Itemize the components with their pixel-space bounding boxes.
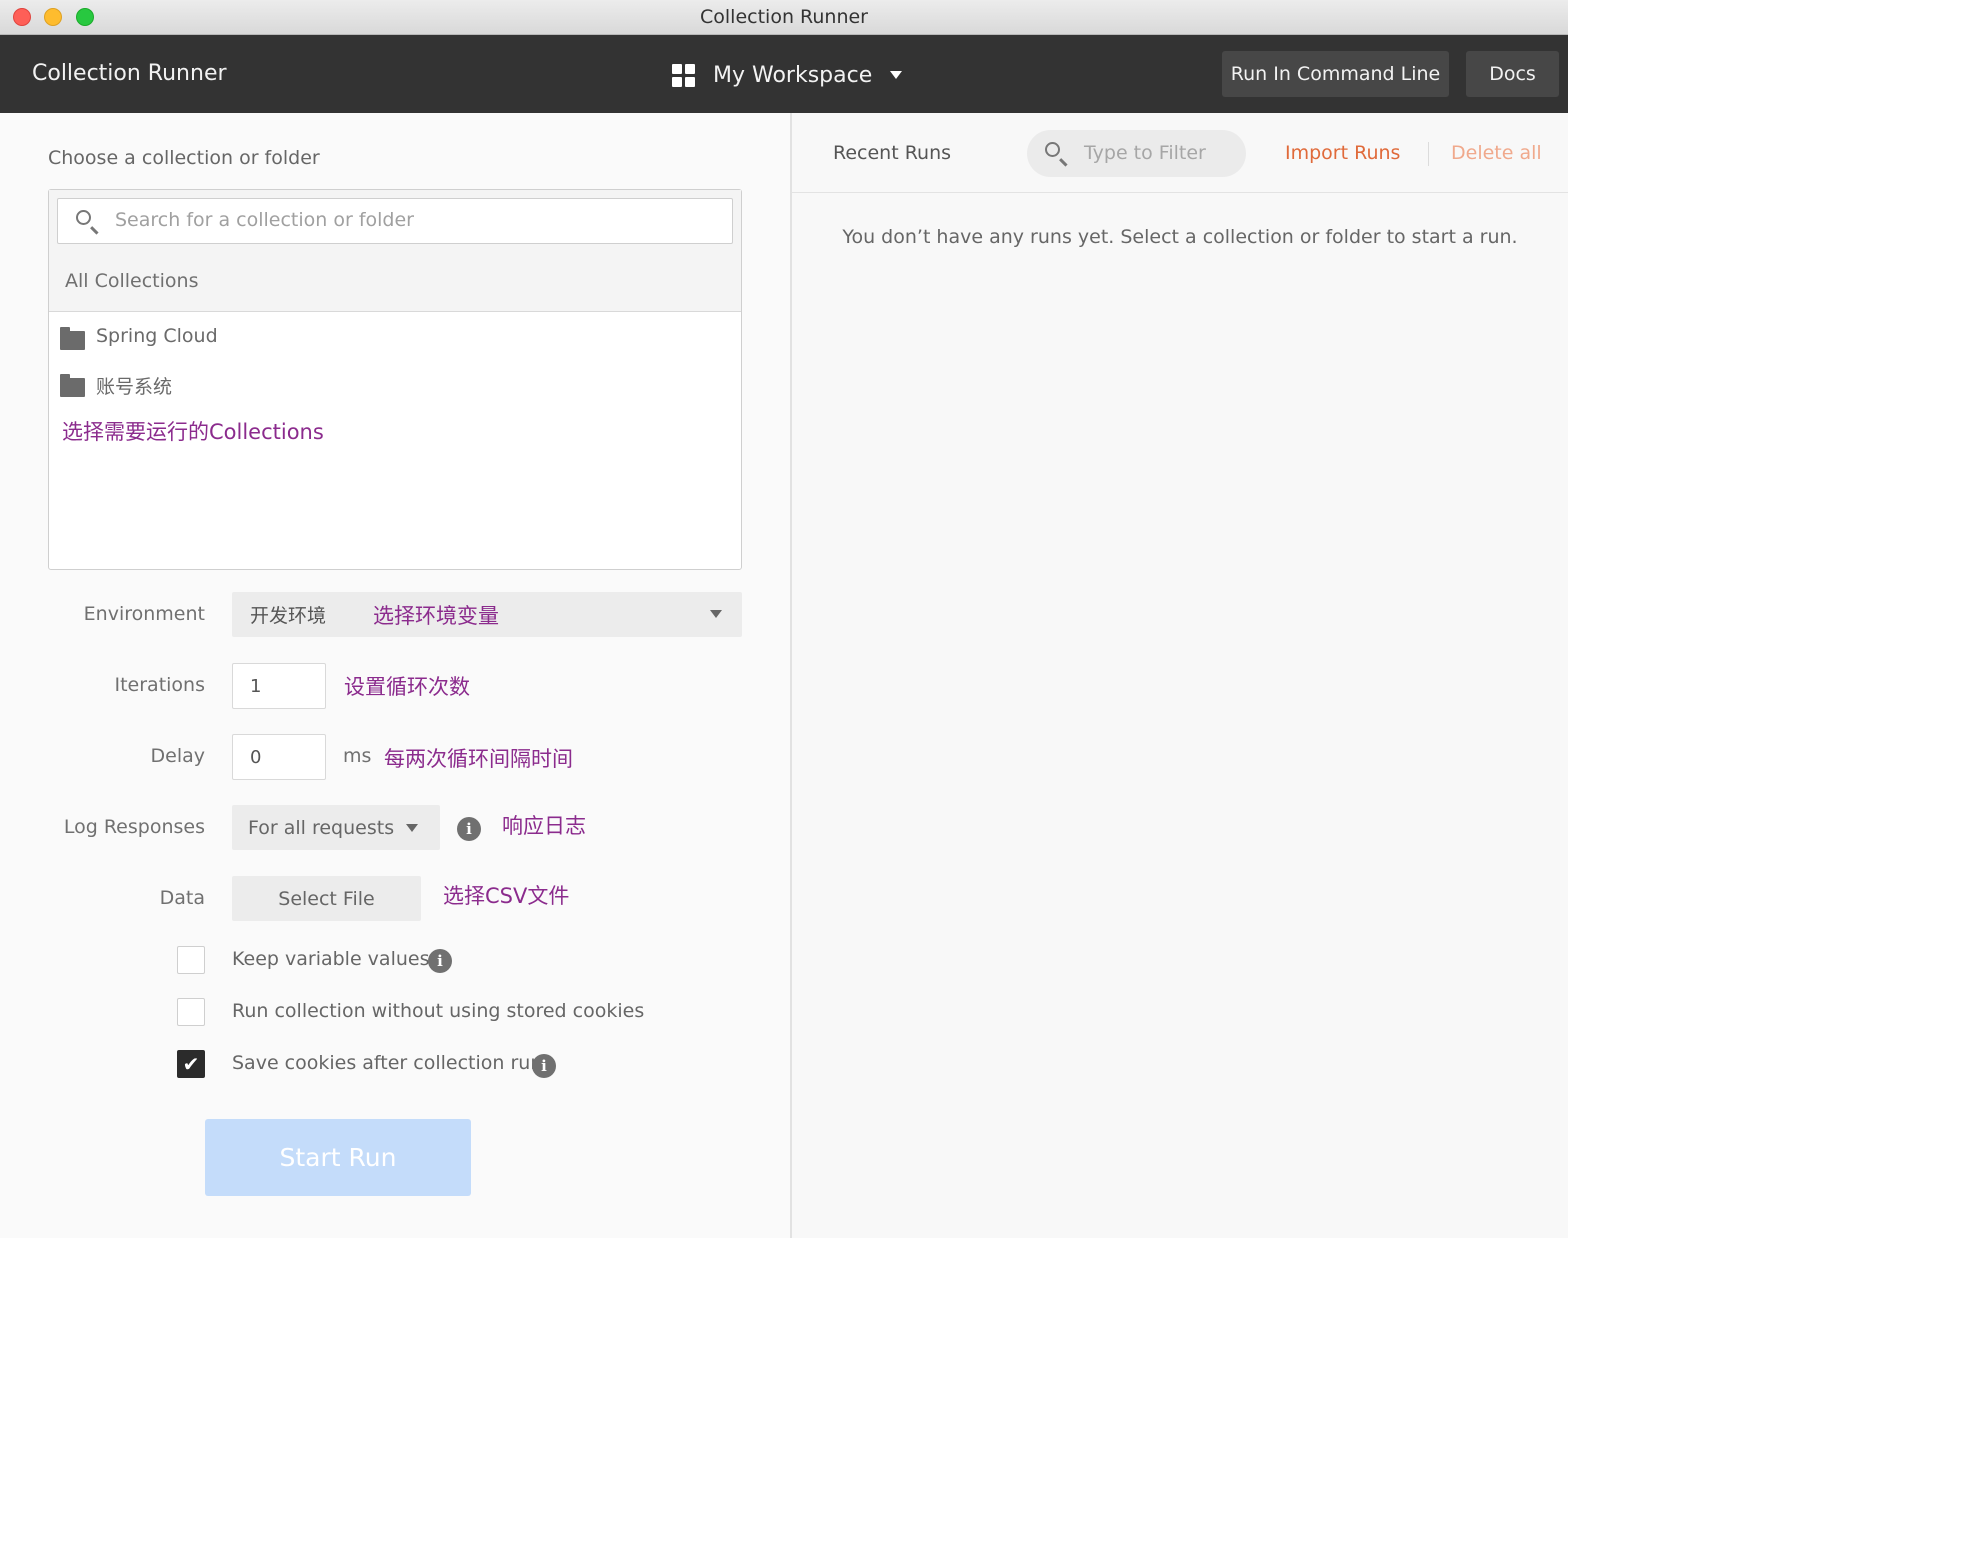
picker-heading: Choose a collection or folder <box>48 147 320 169</box>
search-icon <box>76 210 91 225</box>
log-responses-annotation: 响应日志 <box>502 814 586 838</box>
data-annotation: 选择CSV文件 <box>443 884 570 908</box>
data-label: Data <box>159 887 205 909</box>
iterations-label: Iterations <box>114 674 206 696</box>
info-icon[interactable]: i <box>428 949 452 973</box>
window-title: Collection Runner <box>700 6 868 28</box>
workspace-switcher[interactable]: My Workspace <box>672 58 903 92</box>
app-title: Collection Runner <box>32 61 227 86</box>
start-run-button[interactable]: Start Run <box>205 1119 471 1196</box>
all-collections-breadcrumb[interactable]: All Collections <box>65 270 198 292</box>
run-in-command-line-button[interactable]: Run In Command Line <box>1222 51 1449 97</box>
log-responses-label: Log Responses <box>63 816 205 838</box>
info-icon[interactable]: i <box>457 817 481 841</box>
environment-value: 开发环境 <box>250 605 327 627</box>
info-icon[interactable]: i <box>532 1054 556 1078</box>
log-responses-value: For all requests <box>248 816 395 839</box>
chevron-down-icon <box>406 824 418 832</box>
save-cookies-label: Save cookies after collection run <box>232 1052 543 1074</box>
workspace-grid-icon <box>672 63 695 87</box>
chevron-down-icon <box>890 71 903 79</box>
collection-search-placeholder: Search for a collection or folder <box>115 209 414 231</box>
delay-unit: ms <box>343 745 372 767</box>
recent-runs-pane <box>792 113 1568 1238</box>
keep-variable-values-checkbox[interactable] <box>177 946 205 974</box>
environment-annotation: 选择环境变量 <box>373 604 499 628</box>
collection-item-account-system[interactable]: 账号系统 <box>96 372 172 399</box>
folder-icon <box>60 327 85 350</box>
collections-annotation: 选择需要运行的Collections <box>62 420 324 444</box>
save-cookies-checkbox[interactable]: ✔ <box>177 1050 205 1078</box>
collection-item-spring-cloud[interactable]: Spring Cloud <box>96 325 218 347</box>
chevron-down-icon <box>710 610 722 618</box>
docs-button[interactable]: Docs <box>1466 51 1559 97</box>
environment-label: Environment <box>83 603 205 625</box>
workspace-name: My Workspace <box>713 62 873 88</box>
runs-filter-placeholder: Type to Filter <box>1084 142 1206 164</box>
select-file-button[interactable]: Select File <box>232 876 421 921</box>
keep-variable-values-label: Keep variable values <box>232 948 430 970</box>
search-icon <box>1045 142 1060 157</box>
delete-all-link[interactable]: Delete all <box>1451 142 1542 164</box>
toolbar-separator <box>1428 142 1429 166</box>
recent-runs-heading: Recent Runs <box>833 142 952 164</box>
delay-annotation: 每两次循环间隔时间 <box>384 747 573 771</box>
folder-icon <box>60 374 85 397</box>
delay-label: Delay <box>150 745 206 767</box>
empty-runs-message: You don’t have any runs yet. Select a co… <box>842 226 1518 248</box>
no-stored-cookies-label: Run collection without using stored cook… <box>232 1000 645 1022</box>
delay-input[interactable]: 0 <box>232 734 326 780</box>
no-stored-cookies-checkbox[interactable] <box>177 998 205 1026</box>
import-runs-link[interactable]: Import Runs <box>1285 142 1400 164</box>
iterations-input[interactable]: 1 <box>232 663 326 709</box>
checkmark-icon: ✔ <box>182 1052 200 1076</box>
iterations-annotation: 设置循环次数 <box>344 675 470 699</box>
